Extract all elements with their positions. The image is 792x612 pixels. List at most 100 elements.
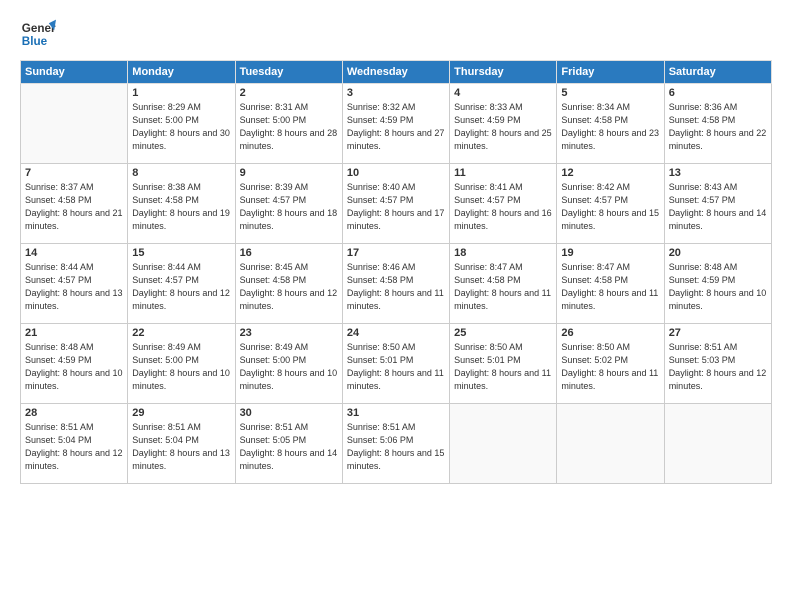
day-info: Sunrise: 8:31 AM Sunset: 5:00 PM Dayligh… [240,101,338,153]
day-info: Sunrise: 8:51 AM Sunset: 5:05 PM Dayligh… [240,421,338,473]
calendar-table: SundayMondayTuesdayWednesdayThursdayFrid… [20,60,772,484]
day-info: Sunrise: 8:38 AM Sunset: 4:58 PM Dayligh… [132,181,230,233]
day-header-saturday: Saturday [664,61,771,84]
day-info: Sunrise: 8:48 AM Sunset: 4:59 PM Dayligh… [669,261,767,313]
day-info: Sunrise: 8:50 AM Sunset: 5:01 PM Dayligh… [347,341,445,393]
day-info: Sunrise: 8:33 AM Sunset: 4:59 PM Dayligh… [454,101,552,153]
day-cell [664,404,771,484]
day-number: 30 [240,407,338,419]
day-cell: 7Sunrise: 8:37 AM Sunset: 4:58 PM Daylig… [21,164,128,244]
logo: General Blue [20,16,56,52]
calendar-page: General Blue SundayMondayTuesdayWednesda… [0,0,792,612]
day-number: 25 [454,327,552,339]
day-cell: 19 Sunrise: 8:47 AM Sunset: 4:58 PM Dayli… [557,244,664,324]
day-number: 9 [240,167,338,179]
day-header-wednesday: Wednesday [342,61,449,84]
day-info: Sunrise: 8:44 AM Sunset: 4:57 PM Dayligh… [25,261,123,313]
day-header-thursday: Thursday [450,61,557,84]
day-info: Sunrise: 8:37 AM Sunset: 4:58 PM Dayligh… [25,181,123,233]
day-info: Sunrise: 8:36 AM Sunset: 4:58 PM Dayligh… [669,101,767,153]
day-info: Sunrise: 8:43 AM Sunset: 4:57 PM Dayligh… [669,181,767,233]
day-number: 26 [561,327,659,339]
day-info: Sunrise: 8:34 AM Sunset: 4:58 PM Dayligh… [561,101,659,153]
day-info: Sunrise: 8:46 AM Sunset: 4:58 PM Dayligh… [347,261,445,313]
week-row-2: 7Sunrise: 8:37 AM Sunset: 4:58 PM Daylig… [21,164,772,244]
day-cell: 1 Sunrise: 8:29 AM Sunset: 5:00 PM Daylig… [128,84,235,164]
day-cell: 4Sunrise: 8:33 AM Sunset: 4:59 PM Daylig… [450,84,557,164]
day-info: Sunrise: 8:32 AM Sunset: 4:59 PM Dayligh… [347,101,445,153]
day-cell: 14 Sunrise: 8:44 AM Sunset: 4:57 PM Dayli… [21,244,128,324]
svg-text:Blue: Blue [22,35,48,48]
week-row-4: 21 Sunrise: 8:48 AM Sunset: 4:59 PM Dayli… [21,324,772,404]
day-cell: 18Sunrise: 8:47 AM Sunset: 4:58 PM Dayli… [450,244,557,324]
day-number: 23 [240,327,338,339]
day-number: 18 [454,247,552,259]
day-number: 27 [669,327,767,339]
day-cell: 31Sunrise: 8:51 AM Sunset: 5:06 PM Dayli… [342,404,449,484]
day-info: Sunrise: 8:51 AM Sunset: 5:04 PM Dayligh… [132,421,230,473]
day-number: 2 [240,87,338,99]
day-number: 3 [347,87,445,99]
day-number: 14 [25,247,123,259]
day-number: 21 [25,327,123,339]
day-info: Sunrise: 8:50 AM Sunset: 5:02 PM Dayligh… [561,341,659,393]
day-cell: 23 Sunrise: 8:49 AM Sunset: 5:00 PM Dayli… [235,324,342,404]
day-cell: 20Sunrise: 8:48 AM Sunset: 4:59 PM Dayli… [664,244,771,324]
day-cell: 12 Sunrise: 8:42 AM Sunset: 4:57 PM Dayli… [557,164,664,244]
day-cell: 6 Sunrise: 8:36 AM Sunset: 4:58 PM Daylig… [664,84,771,164]
day-cell: 10 Sunrise: 8:40 AM Sunset: 4:57 PM Dayli… [342,164,449,244]
day-cell: 5 Sunrise: 8:34 AM Sunset: 4:58 PM Daylig… [557,84,664,164]
day-number: 11 [454,167,552,179]
day-header-sunday: Sunday [21,61,128,84]
day-number: 15 [132,247,230,259]
day-info: Sunrise: 8:47 AM Sunset: 4:58 PM Dayligh… [561,261,659,313]
week-row-3: 14 Sunrise: 8:44 AM Sunset: 4:57 PM Dayli… [21,244,772,324]
day-info: Sunrise: 8:49 AM Sunset: 5:00 PM Dayligh… [132,341,230,393]
day-cell: 27 Sunrise: 8:51 AM Sunset: 5:03 PM Dayli… [664,324,771,404]
day-cell: 22 Sunrise: 8:49 AM Sunset: 5:00 PM Dayli… [128,324,235,404]
day-number: 16 [240,247,338,259]
day-cell: 3 Sunrise: 8:32 AM Sunset: 4:59 PM Daylig… [342,84,449,164]
day-info: Sunrise: 8:51 AM Sunset: 5:06 PM Dayligh… [347,421,445,473]
day-cell: 13Sunrise: 8:43 AM Sunset: 4:57 PM Dayli… [664,164,771,244]
day-number: 6 [669,87,767,99]
day-info: Sunrise: 8:29 AM Sunset: 5:00 PM Dayligh… [132,101,230,153]
day-info: Sunrise: 8:41 AM Sunset: 4:57 PM Dayligh… [454,181,552,233]
day-info: Sunrise: 8:45 AM Sunset: 4:58 PM Dayligh… [240,261,338,313]
day-number: 17 [347,247,445,259]
day-number: 5 [561,87,659,99]
day-number: 28 [25,407,123,419]
day-number: 29 [132,407,230,419]
day-number: 1 [132,87,230,99]
day-info: Sunrise: 8:39 AM Sunset: 4:57 PM Dayligh… [240,181,338,233]
day-header-friday: Friday [557,61,664,84]
day-number: 22 [132,327,230,339]
week-row-1: 1 Sunrise: 8:29 AM Sunset: 5:00 PM Daylig… [21,84,772,164]
day-cell: 24Sunrise: 8:50 AM Sunset: 5:01 PM Dayli… [342,324,449,404]
day-cell: 28Sunrise: 8:51 AM Sunset: 5:04 PM Dayli… [21,404,128,484]
logo-icon: General Blue [20,16,56,52]
day-cell: 25Sunrise: 8:50 AM Sunset: 5:01 PM Dayli… [450,324,557,404]
day-number: 12 [561,167,659,179]
day-cell: 11 Sunrise: 8:41 AM Sunset: 4:57 PM Dayli… [450,164,557,244]
day-info: Sunrise: 8:40 AM Sunset: 4:57 PM Dayligh… [347,181,445,233]
day-cell: 2 Sunrise: 8:31 AM Sunset: 5:00 PM Daylig… [235,84,342,164]
day-cell [450,404,557,484]
day-number: 10 [347,167,445,179]
day-cell: 15Sunrise: 8:44 AM Sunset: 4:57 PM Dayli… [128,244,235,324]
day-cell: 21 Sunrise: 8:48 AM Sunset: 4:59 PM Dayli… [21,324,128,404]
day-header-tuesday: Tuesday [235,61,342,84]
day-info: Sunrise: 8:51 AM Sunset: 5:03 PM Dayligh… [669,341,767,393]
day-cell [21,84,128,164]
day-cell: 29 Sunrise: 8:51 AM Sunset: 5:04 PM Dayli… [128,404,235,484]
day-cell [557,404,664,484]
header: General Blue [20,16,772,52]
day-info: Sunrise: 8:48 AM Sunset: 4:59 PM Dayligh… [25,341,123,393]
day-cell: 9 Sunrise: 8:39 AM Sunset: 4:57 PM Daylig… [235,164,342,244]
day-info: Sunrise: 8:42 AM Sunset: 4:57 PM Dayligh… [561,181,659,233]
day-cell: 8 Sunrise: 8:38 AM Sunset: 4:58 PM Daylig… [128,164,235,244]
day-number: 8 [132,167,230,179]
day-info: Sunrise: 8:49 AM Sunset: 5:00 PM Dayligh… [240,341,338,393]
day-cell: 30 Sunrise: 8:51 AM Sunset: 5:05 PM Dayli… [235,404,342,484]
day-number: 19 [561,247,659,259]
